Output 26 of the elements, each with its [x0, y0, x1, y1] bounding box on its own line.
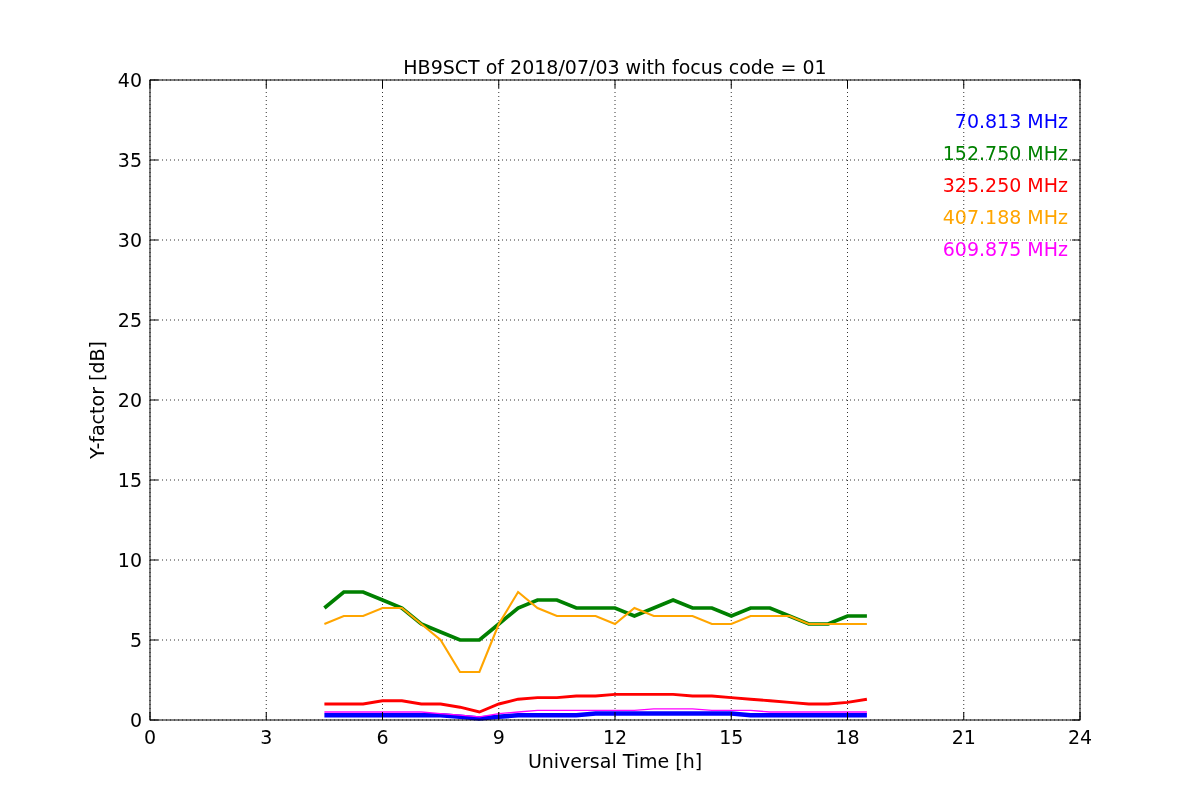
- y-tick-label: 25: [117, 309, 142, 331]
- x-tick-label: 0: [143, 726, 157, 748]
- x-tick-label: 24: [1067, 726, 1093, 748]
- x-tick-label: 15: [719, 726, 744, 748]
- y-tick-label: 40: [117, 69, 142, 91]
- y-tick-label: 5: [129, 629, 142, 651]
- x-axis-label: Universal Time [h]: [527, 750, 703, 772]
- y-axis-label: Y-factor [dB]: [86, 341, 108, 459]
- x-tick-label: 6: [376, 726, 389, 748]
- legend-label: 325.250 MHz: [942, 174, 1068, 196]
- x-tick-label: 12: [602, 726, 628, 748]
- x-tick-label: 9: [492, 726, 505, 748]
- y-tick-label: 0: [129, 709, 142, 731]
- chart-title: HB9SCT of 2018/07/03 with focus code = 01: [403, 56, 827, 78]
- x-tick-label: 18: [835, 726, 860, 748]
- y-tick-label: 10: [117, 549, 142, 571]
- y-tick-label: 20: [117, 389, 142, 411]
- x-tick-label: 21: [951, 726, 976, 748]
- legend-label: 407.188 MHz: [942, 206, 1068, 228]
- y-tick-label: 35: [117, 149, 142, 171]
- y-tick-label: 15: [117, 469, 142, 491]
- legend-label: 70.813 MHz: [954, 110, 1068, 132]
- x-tick-label: 3: [260, 726, 273, 748]
- legend-label: 152.750 MHz: [942, 142, 1068, 164]
- y-tick-label: 30: [117, 229, 142, 251]
- legend-label: 609.875 MHz: [942, 238, 1068, 260]
